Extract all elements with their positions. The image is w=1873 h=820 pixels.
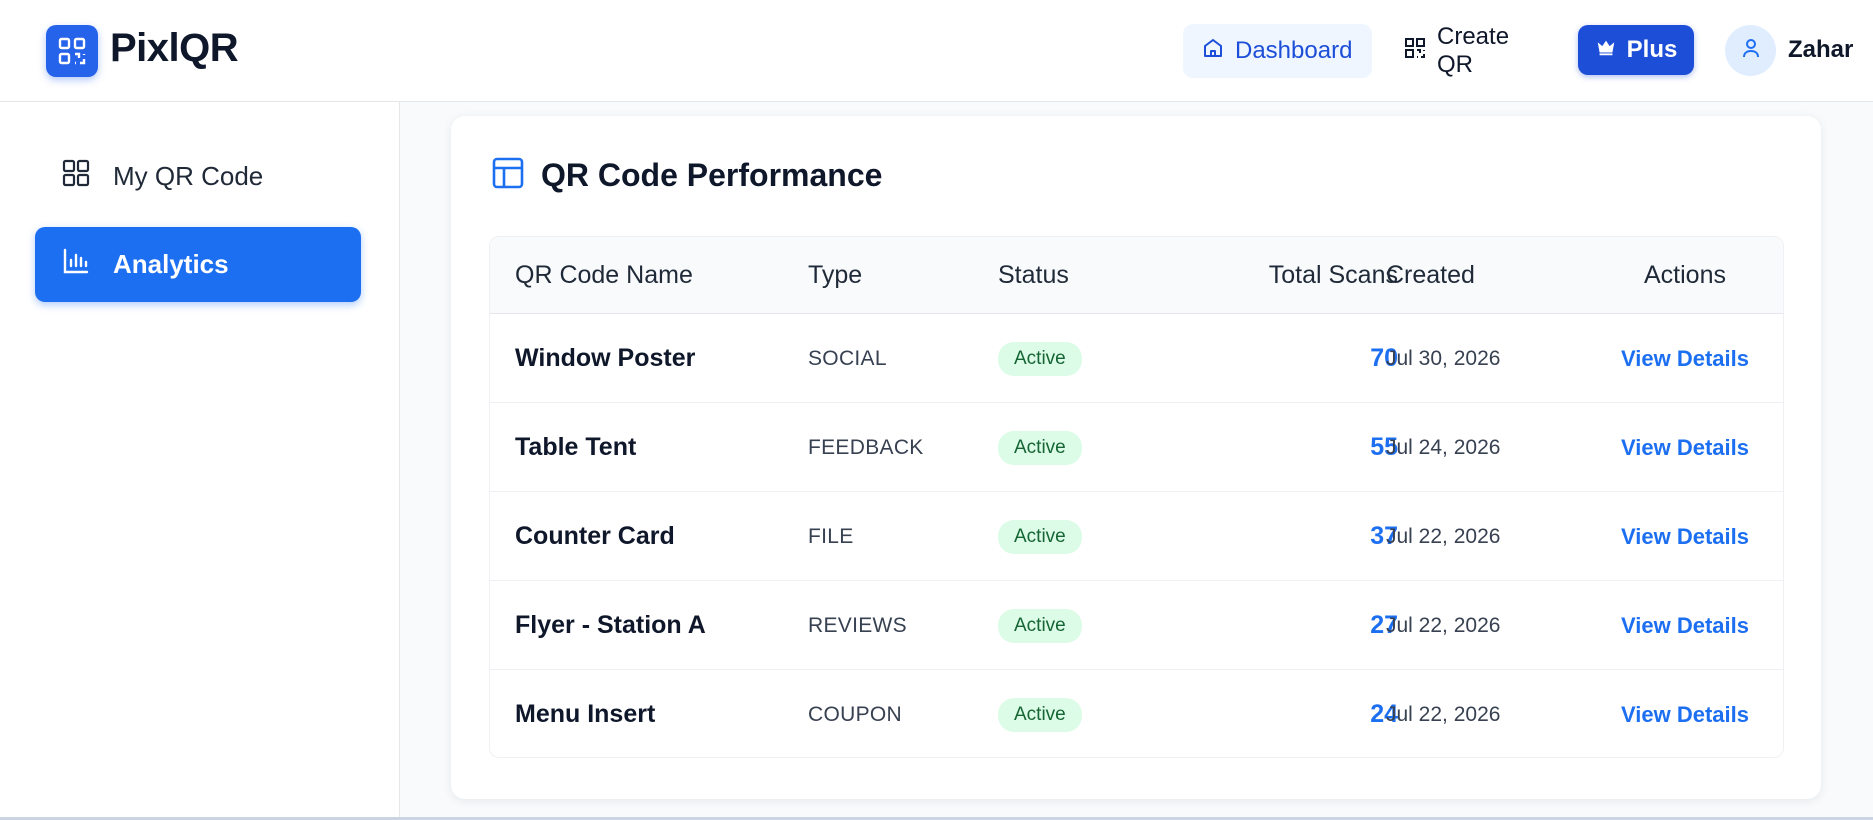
crown-icon	[1595, 36, 1617, 65]
status-badge: Active	[998, 430, 1082, 465]
status-badge: Active	[998, 341, 1082, 376]
sidebar-item-label: Analytics	[113, 249, 229, 279]
table-row: Table Tent FEEDBACK Active 55 Jul 24, 20…	[490, 403, 1783, 492]
qr-performance-card: QR Code Performance QR Code Name Type St…	[451, 116, 1821, 799]
total-scans: 27	[1370, 611, 1398, 639]
total-scans: 55	[1370, 433, 1398, 461]
bar-chart-icon	[61, 246, 91, 283]
qr-type: SOCIAL	[808, 346, 887, 370]
brand-name[interactable]: PixlQR	[110, 26, 239, 71]
table-header: QR Code Name Type Status Total Scans Cre…	[490, 237, 1783, 314]
card-header: QR Code Performance	[491, 156, 882, 195]
sidebar-item-my-qr-code[interactable]: My QR Code	[35, 139, 361, 214]
card-title: QR Code Performance	[541, 157, 883, 193]
table-row: Window Poster SOCIAL Active 70 Jul 30, 2…	[490, 314, 1783, 403]
qr-type: FILE	[808, 524, 854, 548]
table-row: Menu Insert COUPON Active 24 Jul 22, 202…	[490, 670, 1783, 757]
table-row: Counter Card FILE Active 37 Jul 22, 2026…	[490, 492, 1783, 581]
total-scans: 37	[1370, 522, 1398, 550]
status-cell: Active	[998, 403, 1082, 492]
created-date: Jul 24, 2026	[1386, 435, 1501, 459]
view-details-link[interactable]: View Details	[1620, 670, 1750, 757]
status-cell: Active	[998, 581, 1082, 670]
column-header-created[interactable]: Created	[1386, 261, 1475, 290]
top-header: PixlQR Dashboard Create QR Plus Zahar	[0, 0, 1873, 102]
user-icon	[1739, 36, 1763, 65]
qr-performance-table: QR Code Name Type Status Total Scans Cre…	[489, 236, 1784, 758]
qr-type: REVIEWS	[808, 613, 907, 637]
table-row: Flyer - Station A REVIEWS Active 27 Jul …	[490, 581, 1783, 670]
sidebar-item-analytics[interactable]: Analytics	[35, 227, 361, 302]
status-badge: Active	[998, 697, 1082, 732]
qr-name: Menu Insert	[515, 700, 656, 728]
total-scans: 70	[1370, 344, 1398, 372]
qr-code-icon	[1403, 36, 1427, 67]
status-badge: Active	[998, 608, 1082, 643]
total-scans: 24	[1370, 700, 1398, 728]
qr-name: Flyer - Station A	[515, 611, 706, 639]
status-cell: Active	[998, 314, 1082, 403]
column-header-total-scans[interactable]: Total Scans	[1215, 261, 1398, 290]
user-avatar[interactable]	[1725, 25, 1776, 76]
status-cell: Active	[998, 492, 1082, 581]
column-header-type[interactable]: Type	[808, 261, 862, 290]
column-header-actions: Actions	[1644, 261, 1726, 289]
nav-dashboard-button[interactable]: Dashboard	[1183, 24, 1372, 78]
nav-create-qr-button[interactable]: Create QR	[1385, 23, 1555, 78]
sidebar: My QR Code Analytics	[0, 102, 400, 820]
qr-type: FEEDBACK	[808, 435, 924, 459]
user-name[interactable]: Zahar	[1788, 36, 1853, 64]
view-details-link[interactable]: View Details	[1620, 492, 1750, 581]
qr-type: COUPON	[808, 702, 902, 726]
plus-label: Plus	[1626, 36, 1678, 63]
column-header-status[interactable]: Status	[998, 261, 1069, 290]
view-details-link[interactable]: View Details	[1620, 403, 1750, 492]
grid-icon	[61, 158, 91, 195]
created-date: Jul 30, 2026	[1386, 346, 1501, 370]
plus-upgrade-button[interactable]: Plus	[1578, 25, 1694, 75]
home-icon	[1201, 36, 1225, 67]
qr-name: Window Poster	[515, 344, 696, 372]
qr-name: Counter Card	[515, 522, 675, 550]
layout-panel-icon	[491, 156, 525, 195]
created-date: Jul 22, 2026	[1386, 702, 1501, 726]
column-header-name[interactable]: QR Code Name	[515, 261, 693, 290]
created-date: Jul 22, 2026	[1386, 524, 1501, 548]
view-details-link[interactable]: View Details	[1620, 314, 1750, 403]
nav-create-qr-label: Create QR	[1437, 23, 1510, 78]
created-date: Jul 22, 2026	[1386, 613, 1501, 637]
nav-dashboard-label: Dashboard	[1235, 37, 1353, 64]
status-badge: Active	[998, 519, 1082, 554]
sidebar-item-label: My QR Code	[113, 161, 264, 191]
logo-qr-icon[interactable]	[46, 25, 98, 77]
qr-name: Table Tent	[515, 433, 637, 461]
view-details-link[interactable]: View Details	[1620, 581, 1750, 670]
status-cell: Active	[998, 670, 1082, 757]
